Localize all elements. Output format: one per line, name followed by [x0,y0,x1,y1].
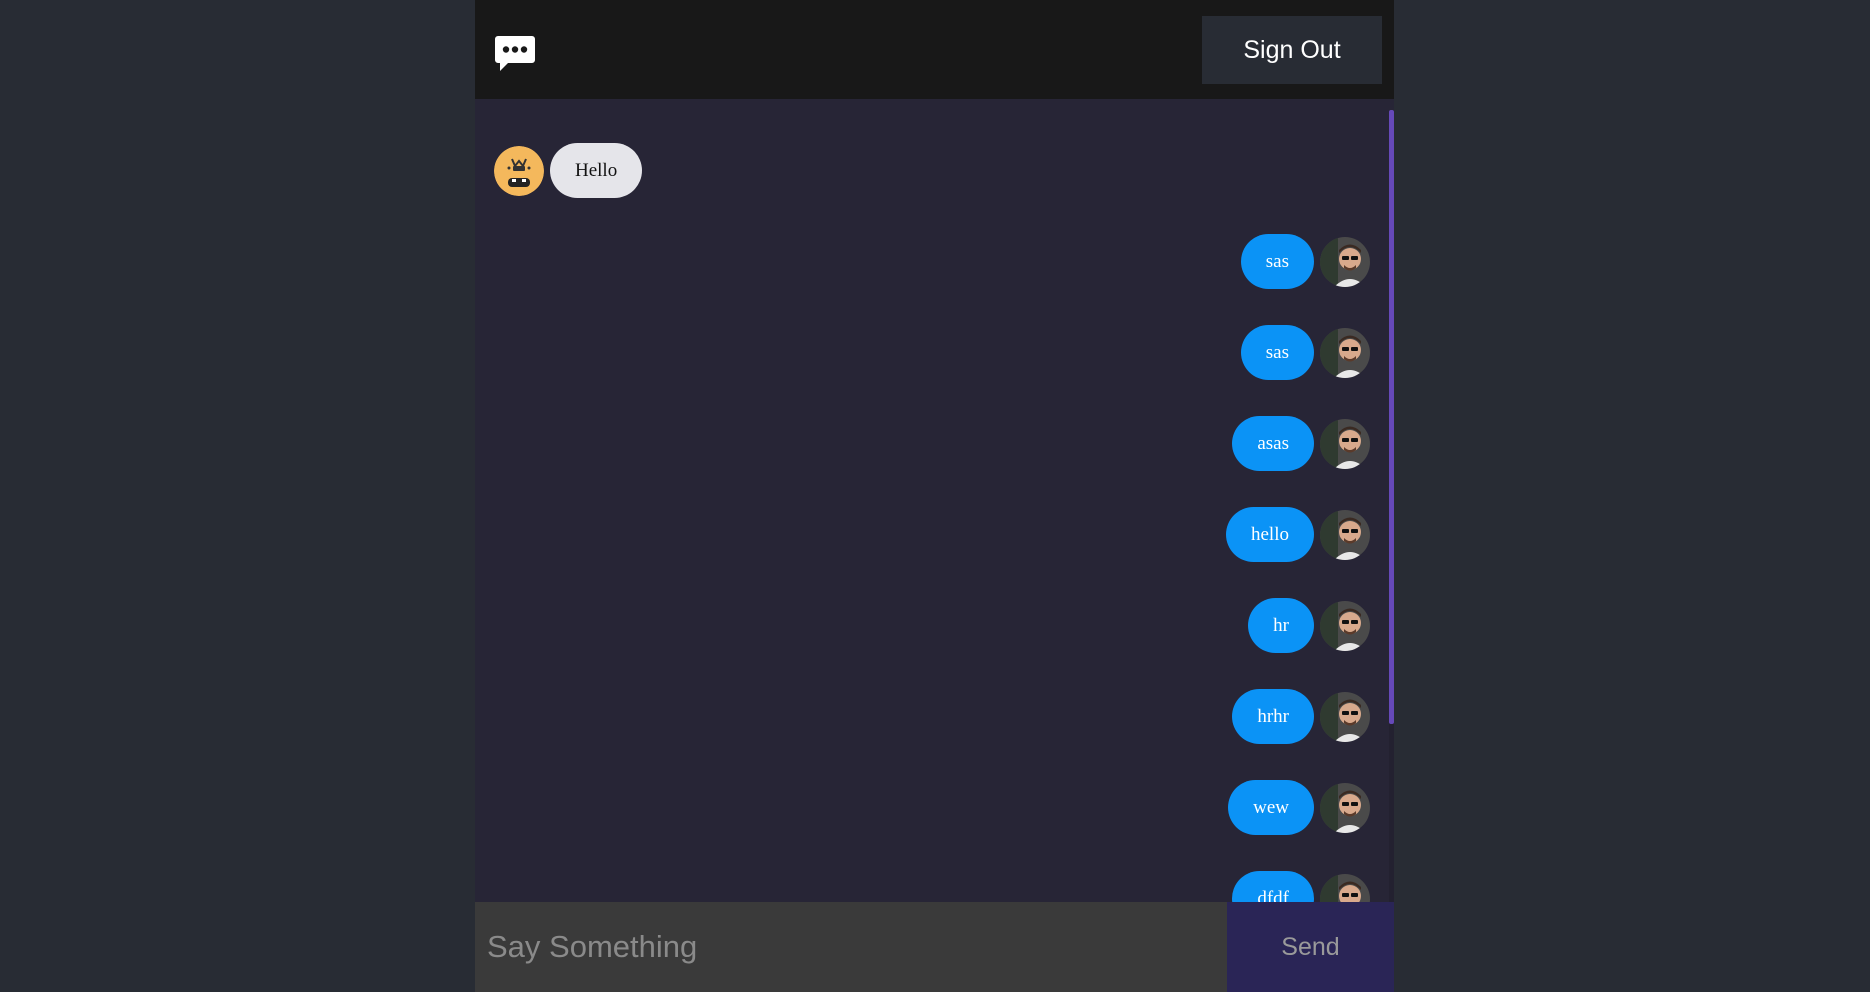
user-photo-avatar [1320,782,1370,833]
message-sent: sas [1240,234,1370,289]
message-bubble: wew [1228,780,1314,835]
message-sent: hello [1226,507,1370,562]
app-header: Sign Out [475,0,1394,99]
message-bubble: hr [1248,598,1314,653]
message-input[interactable] [475,902,1227,992]
user-photo-avatar [1320,873,1370,902]
message-sent: hrhr [1232,689,1370,744]
message-bubble: hrhr [1232,689,1314,744]
message-bubble: asas [1232,416,1314,471]
message-sent: wew [1228,780,1370,835]
user-photo-avatar [1320,509,1370,560]
send-button[interactable]: Send [1227,902,1394,992]
message-sent: sas [1240,325,1370,380]
message-received: Hello [494,143,643,198]
user-photo-avatar [1320,327,1370,378]
chat-app: Sign Out Hello sas sas asas hello hr hrh… [475,0,1394,992]
message-composer: Send [475,902,1394,992]
user-photo-avatar [1320,600,1370,651]
chat-bubble-icon [495,36,535,71]
message-sent: hr [1248,598,1370,653]
user-photo-avatar [1320,236,1370,287]
sign-out-button[interactable]: Sign Out [1202,16,1382,84]
message-bubble: Hello [550,143,643,198]
message-bubble: sas [1240,325,1314,380]
user-photo-avatar [1320,418,1370,469]
user-photo-avatar [1320,691,1370,742]
message-bubble: sas [1240,234,1314,289]
emoji-avatar [494,145,544,196]
message-bubble: hello [1226,507,1314,562]
message-list: Hello sas sas asas hello hr hrhr wew dfd… [475,99,1394,902]
message-sent: dfdf [1232,871,1370,902]
message-bubble: dfdf [1232,871,1314,902]
message-sent: asas [1232,416,1370,471]
